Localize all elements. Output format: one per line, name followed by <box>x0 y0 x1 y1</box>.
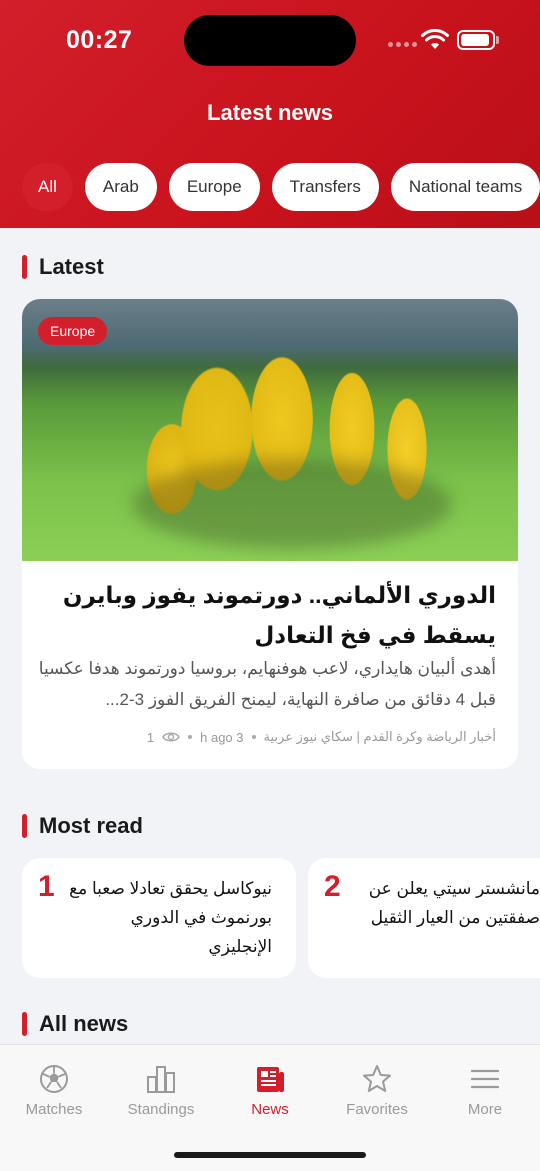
most-read-card[interactable]: 2 مانشستر سيتي يعلن عن صفقتين من العيار … <box>308 858 540 978</box>
news-source: أخبار الرياضة وكرة القدم | سكاي نيوز عرب… <box>263 729 496 744</box>
most-read-title: مانشستر سيتي يعلن عن صفقتين من العيار ال… <box>368 879 540 927</box>
battery-tip <box>496 36 499 44</box>
section-accent-bar <box>22 1012 27 1036</box>
status-time: 00:27 <box>66 26 133 54</box>
most-read-rank: 2 <box>324 870 341 903</box>
nav-standings[interactable]: Standings <box>111 1063 211 1118</box>
page-title: Latest news <box>207 100 333 125</box>
nav-more[interactable]: More <box>435 1063 535 1118</box>
home-indicator <box>174 1152 366 1158</box>
section-most-read-title: Most read <box>39 813 143 838</box>
section-latest: Latest <box>22 254 104 280</box>
featured-news-summary: أهدى ألبيان هايداري، لاعب هوفنهايم، بروس… <box>38 659 496 709</box>
nav-news[interactable]: News <box>220 1063 320 1118</box>
cellular-signal-icon <box>388 42 417 47</box>
wifi-icon <box>421 29 449 49</box>
star-icon <box>363 1065 391 1092</box>
section-all-news: All news <box>22 1011 128 1037</box>
most-read-card[interactable]: 1 نيوكاسل يحقق تعادلا صعبا مع بورنموث في… <box>22 858 296 978</box>
status-bar: 00:27 <box>0 0 540 80</box>
filter-chip-arab[interactable]: Arab <box>84 163 157 211</box>
view-count: 1 <box>146 729 155 745</box>
nav-standings-label: Standings <box>127 1101 195 1118</box>
nav-news-label: News <box>251 1101 289 1118</box>
most-read-rank: 1 <box>38 870 55 903</box>
section-latest-title: Latest <box>39 254 104 279</box>
bar-chart-icon <box>147 1066 175 1093</box>
featured-news-image: Europe <box>22 299 518 561</box>
header: 00:27 Latest news All Arab Europe Transf… <box>0 0 540 228</box>
category-badge: Europe <box>38 317 108 345</box>
featured-news-card[interactable]: Europe الدوري الألماني.. دورتموند يفوز و… <box>22 299 518 769</box>
section-accent-bar <box>22 814 27 838</box>
filter-chip-europe[interactable]: Europe <box>168 163 260 211</box>
menu-icon <box>470 1069 500 1089</box>
section-most-read: Most read <box>22 813 143 839</box>
image-players-shadow <box>132 459 452 549</box>
nav-matches-label: Matches <box>25 1101 83 1118</box>
meta-separator <box>251 735 256 739</box>
nav-more-label: More <box>467 1101 503 1118</box>
newspaper-icon <box>257 1067 284 1092</box>
meta-separator <box>188 735 193 739</box>
eye-icon <box>162 732 181 742</box>
nav-favorites[interactable]: Favorites <box>327 1063 427 1118</box>
featured-news-title: الدوري الألماني.. دورتموند يفوز وبايرن ي… <box>62 582 496 648</box>
section-accent-bar <box>22 255 27 279</box>
section-all-news-title: All news <box>39 1011 129 1036</box>
featured-news-meta: أخبار الرياضة وكرة القدم | سكاي نيوز عرب… <box>38 729 496 745</box>
news-time: 3 h ago <box>200 729 244 745</box>
nav-favorites-label: Favorites <box>346 1101 408 1118</box>
nav-matches[interactable]: Matches <box>4 1063 104 1118</box>
soccer-ball-icon <box>40 1065 68 1093</box>
battery-icon <box>457 30 495 50</box>
most-read-title: نيوكاسل يحقق تعادلا صعبا مع بورنموث في ا… <box>69 879 272 956</box>
dynamic-island <box>184 15 356 66</box>
filter-chip-national-teams[interactable]: National teams <box>390 163 540 211</box>
filter-chips: All Arab Europe Transfers National teams <box>22 163 540 211</box>
filter-chip-transfers[interactable]: Transfers <box>271 163 379 211</box>
filter-chip-all[interactable]: All <box>22 163 73 211</box>
